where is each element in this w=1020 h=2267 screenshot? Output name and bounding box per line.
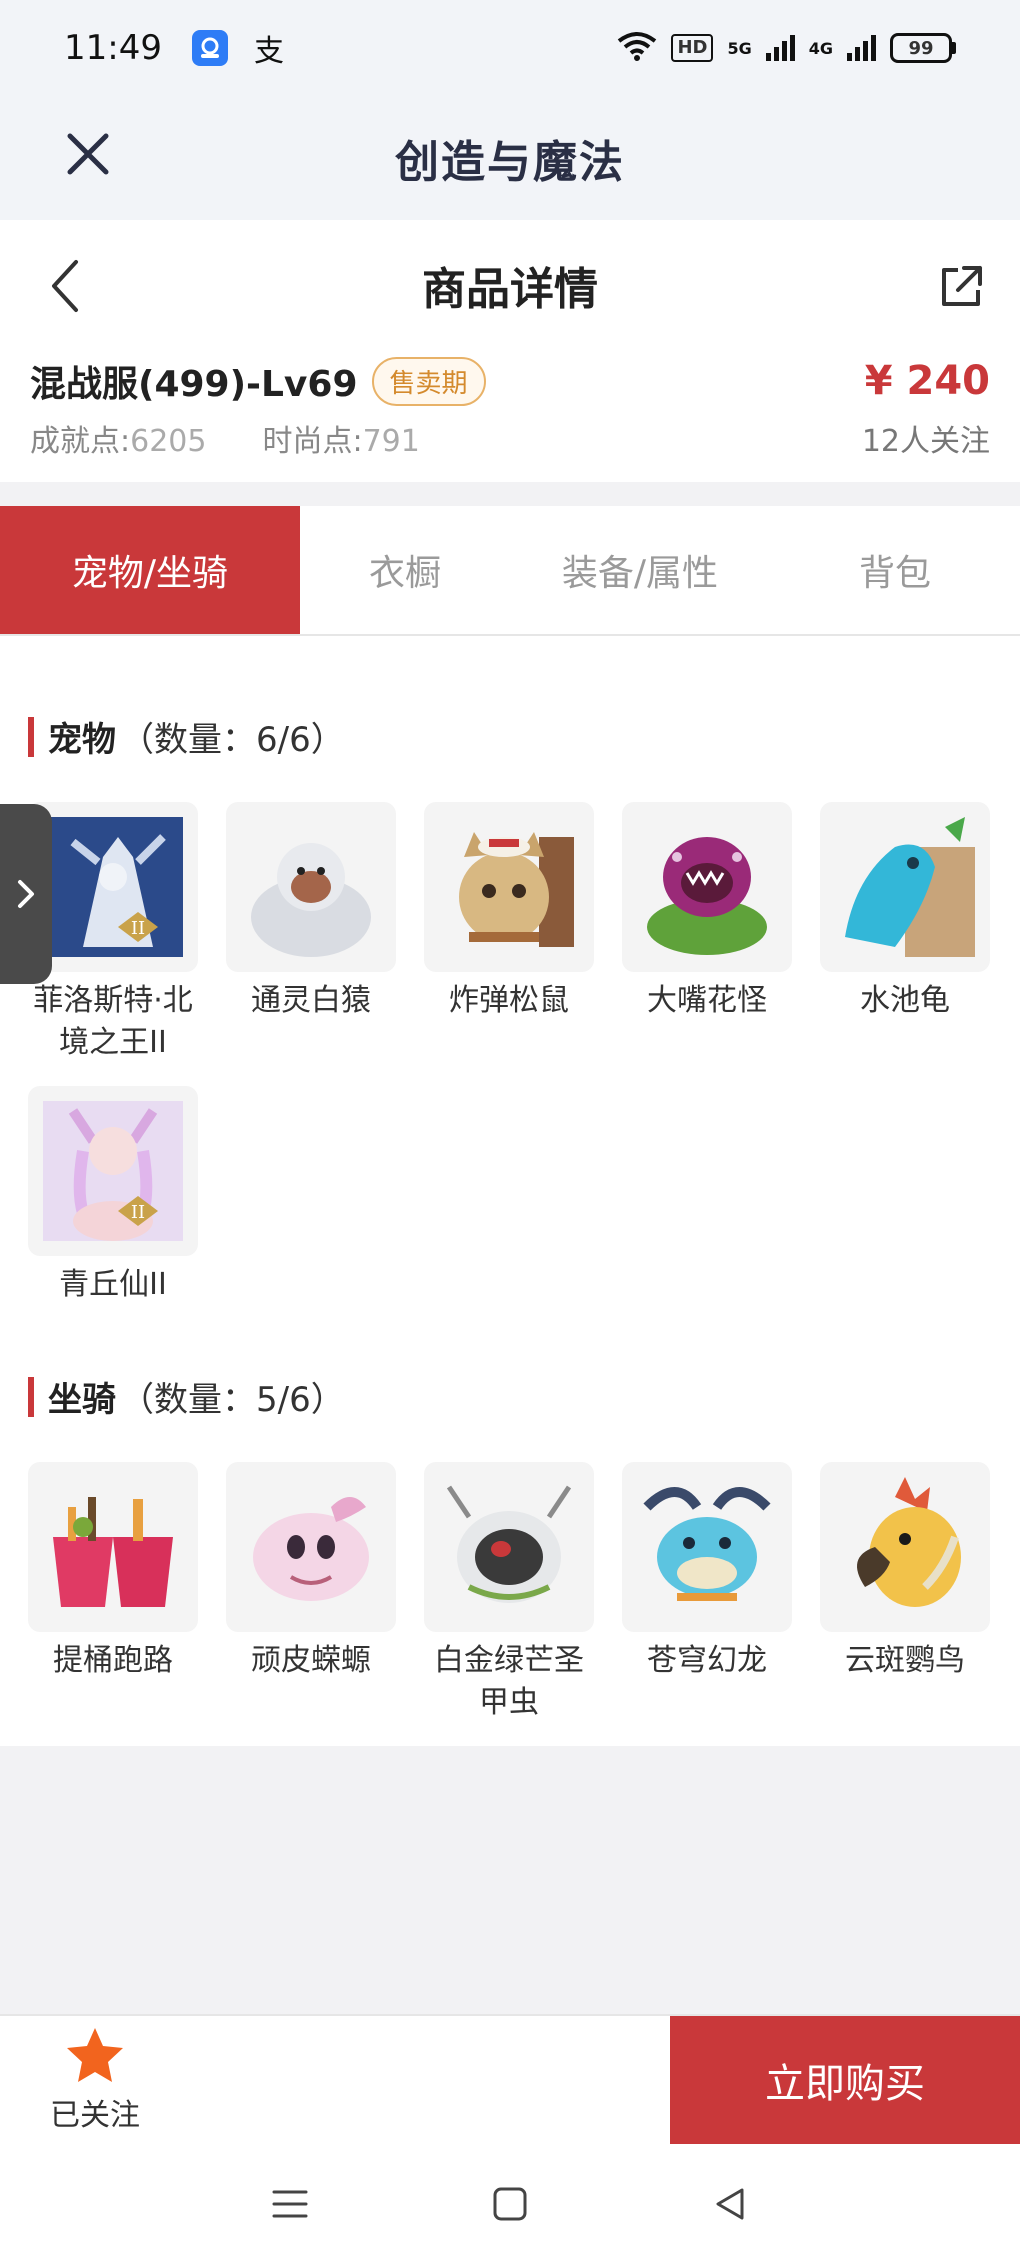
mount-label: 白金绿芒圣甲虫 <box>434 1643 584 1720</box>
page-title: 商品详情 <box>422 264 598 315</box>
achievement-value: 6205 <box>130 424 207 459</box>
pets-count: （数量：6/6） <box>120 720 345 760</box>
tab-pets-mounts[interactable]: 宠物/坐骑 <box>0 506 300 634</box>
svg-text:II: II <box>131 1202 145 1223</box>
followers-count: 12人关注 <box>861 424 990 459</box>
mount-item[interactable]: 云斑鹦鸟 <box>820 1462 990 1682</box>
back-nav-icon[interactable] <box>710 2184 750 2228</box>
pet-thumbnail <box>226 802 396 972</box>
tab-equipment[interactable]: 装备/属性 <box>510 506 770 634</box>
mount-thumbnail <box>226 1462 396 1632</box>
home-icon[interactable] <box>490 2184 530 2228</box>
mount-thumbnail <box>424 1462 594 1632</box>
follow-label: 已关注 <box>50 2098 140 2133</box>
mount-item[interactable]: 苍穹幻龙 <box>622 1462 792 1682</box>
share-icon[interactable] <box>936 262 986 312</box>
price: ¥ 240 <box>864 358 990 404</box>
pets-section-title: 宠物 （数量：6/6） <box>28 712 345 761</box>
pet-label: 青丘仙II <box>59 1267 167 1302</box>
content-panel: 宠物 （数量：6/6） II 菲洛斯特·北境之王II 通灵白猿 炸弹松鼠 大嘴花… <box>0 636 1020 1746</box>
pet-label: 通灵白猿 <box>251 983 371 1018</box>
signal-5g-icon <box>765 35 795 61</box>
mount-label: 苍穹幻龙 <box>647 1643 767 1678</box>
alipay-icon: 支 <box>253 34 284 69</box>
mount-label: 顽皮蝾螈 <box>251 1643 371 1678</box>
mounts-title: 坐骑 <box>48 1380 116 1420</box>
pet-label: 炸弹松鼠 <box>449 983 569 1018</box>
detail-nav: 商品详情 <box>0 220 1020 350</box>
pet-thumbnail <box>424 802 594 972</box>
app-title: 创造与魔法 <box>395 137 625 188</box>
pet-label: 水池龟 <box>860 983 950 1018</box>
status-indicators: HD 5G 4G 99 <box>617 31 956 65</box>
mount-thumbnail <box>820 1462 990 1632</box>
back-icon[interactable] <box>40 256 96 316</box>
app-notification-icon <box>191 30 228 66</box>
pet-item[interactable]: II 菲洛斯特·北境之王II <box>28 802 198 1064</box>
mounts-section-title: 坐骑 （数量：5/6） <box>28 1372 345 1421</box>
pet-label: 大嘴花怪 <box>647 983 767 1018</box>
pet-item[interactable]: 炸弹松鼠 <box>424 802 594 1022</box>
product-stats-row: 成就点:6205 时尚点:791 12人关注 <box>30 412 990 464</box>
pet-item[interactable]: II 青丘仙II <box>28 1086 198 1306</box>
fashion-stat: 时尚点:791 <box>262 416 419 460</box>
pet-item[interactable]: 大嘴花怪 <box>622 802 792 1022</box>
network-4g-label: 4G <box>808 38 833 58</box>
mount-thumbnail <box>28 1462 198 1632</box>
pet-thumbnail: II <box>28 1086 198 1256</box>
pet-item[interactable]: 通灵白猿 <box>226 802 396 1022</box>
svg-text:II: II <box>131 918 145 939</box>
mounts-count: （数量：5/6） <box>120 1380 345 1420</box>
signal-4g-icon <box>847 35 876 61</box>
mount-thumbnail <box>622 1462 792 1632</box>
mount-item[interactable]: 白金绿芒圣甲虫 <box>424 1462 594 1724</box>
battery-icon: 99 <box>890 33 956 63</box>
status-badge: 售卖期 <box>371 356 486 406</box>
bottom-action-bar: 已关注 立即购买 <box>0 2014 1020 2144</box>
tab-bar: 宠物/坐骑 衣橱 装备/属性 背包 <box>0 506 1020 636</box>
star-icon <box>67 2028 123 2082</box>
pet-label: 菲洛斯特·北境之王II <box>33 983 193 1060</box>
tab-wardrobe[interactable]: 衣橱 <box>300 506 510 634</box>
fashion-value: 791 <box>362 424 420 459</box>
follow-button[interactable]: 已关注 <box>40 2026 150 2140</box>
product-name: 混战服(499)-Lv69 <box>30 364 358 405</box>
mount-item[interactable]: 提桶跑路 <box>28 1462 198 1682</box>
wifi-icon <box>617 31 657 65</box>
buy-now-button[interactable]: 立即购买 <box>670 2016 1020 2144</box>
pets-title: 宠物 <box>48 720 116 760</box>
pet-thumbnail: II <box>28 802 198 972</box>
battery-level: 99 <box>890 33 952 63</box>
pet-item[interactable]: 水池龟 <box>820 802 990 1022</box>
product-header-row: 混战服(499)-Lv69 售卖期 ¥ 240 <box>30 350 990 412</box>
fashion-label: 时尚点: <box>262 424 363 459</box>
system-nav-bar <box>0 2144 1020 2267</box>
mount-label: 云斑鹦鸟 <box>845 1643 965 1678</box>
achievement-label: 成就点: <box>30 424 131 459</box>
hd-icon: HD <box>671 34 714 62</box>
app-header: 创造与魔法 <box>0 96 1020 220</box>
close-icon[interactable] <box>60 126 116 182</box>
product-info: 混战服(499)-Lv69 售卖期 ¥ 240 成就点:6205 时尚点:791… <box>0 350 1020 482</box>
page: { "status_bar": { "time": "11:49", "app_… <box>0 0 1020 2267</box>
network-5g-label: 5G <box>727 38 752 58</box>
status-app-icons: 支 <box>191 26 284 70</box>
status-time: 11:49 <box>64 28 162 68</box>
pet-thumbnail <box>820 802 990 972</box>
status-bar: 11:49 支 HD 5G 4G 99 <box>0 0 1020 96</box>
side-drawer-toggle[interactable] <box>0 804 52 984</box>
mount-item[interactable]: 顽皮蝾螈 <box>226 1462 396 1682</box>
tab-backpack[interactable]: 背包 <box>770 506 1020 634</box>
chevron-right-icon <box>18 880 34 908</box>
pet-thumbnail <box>622 802 792 972</box>
menu-icon[interactable] <box>270 2184 310 2228</box>
achievement-stat: 成就点:6205 <box>30 416 206 460</box>
mount-label: 提桶跑路 <box>53 1643 173 1678</box>
